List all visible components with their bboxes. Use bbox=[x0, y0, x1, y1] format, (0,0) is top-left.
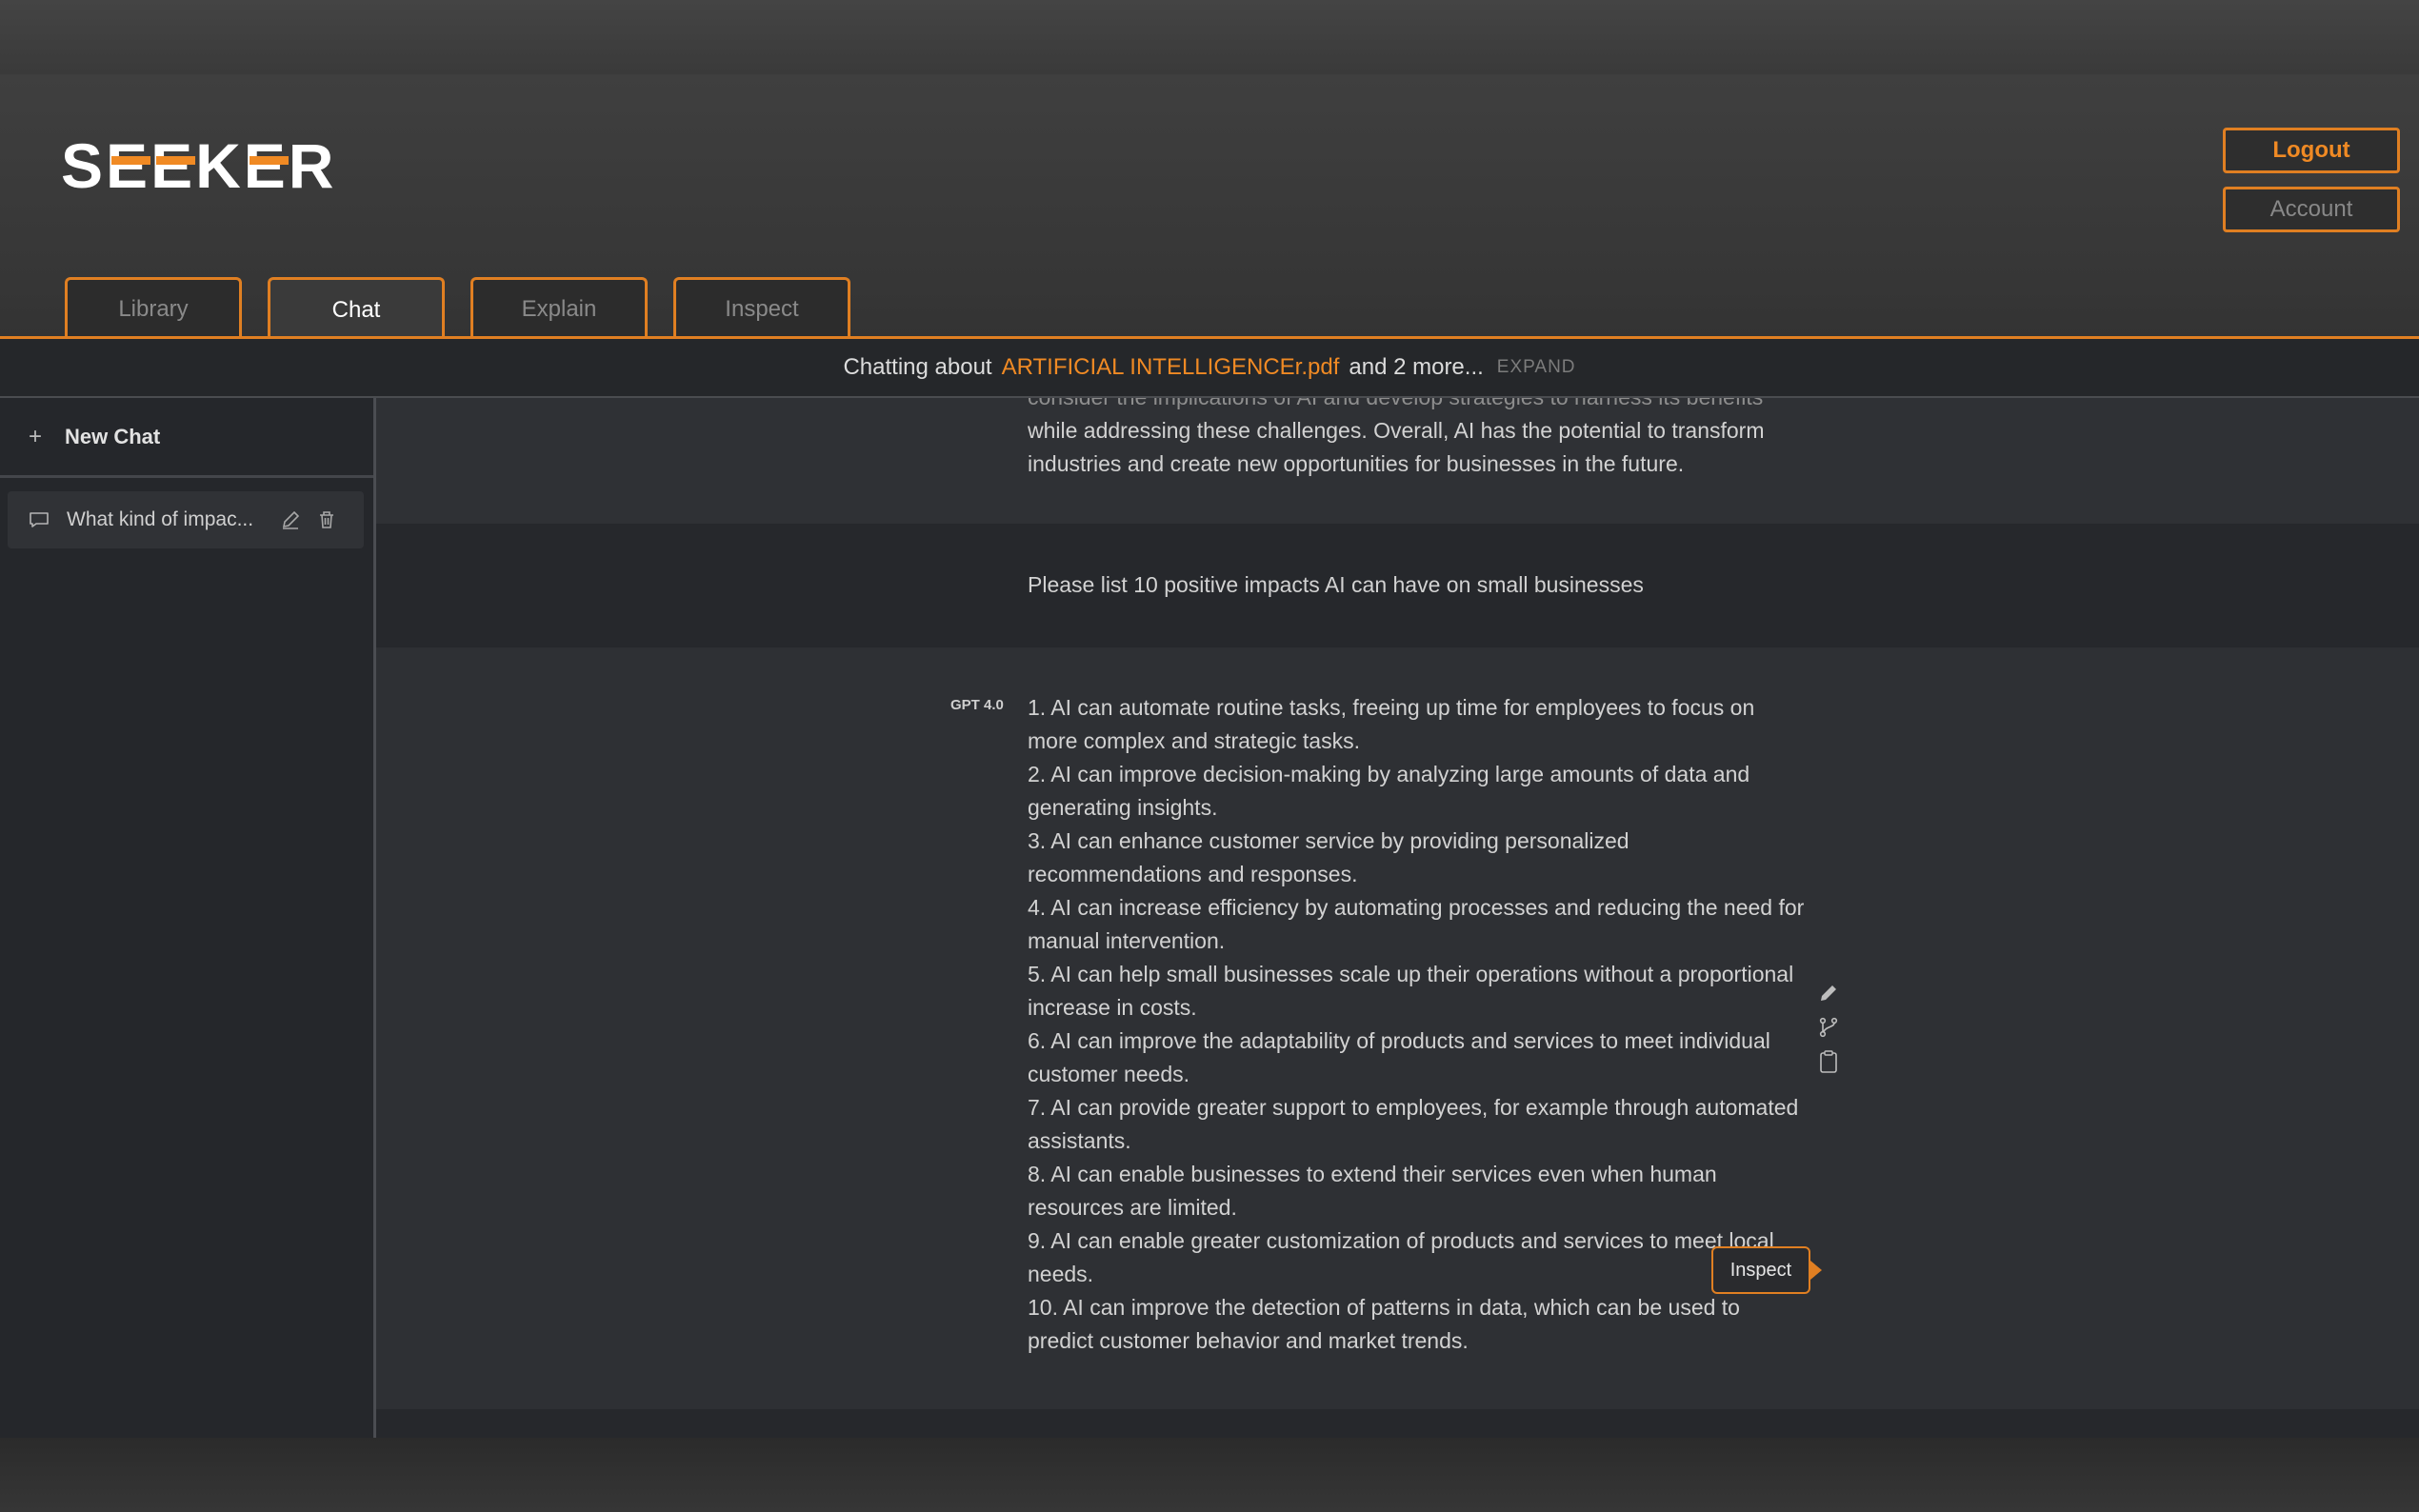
ai-message-text: 1. AI can automate routine tasks, freein… bbox=[1028, 691, 1809, 1358]
chat-bubble-icon bbox=[30, 512, 49, 527]
chat-item-label: What kind of impac... bbox=[67, 508, 254, 530]
previous-message-cut-line: consider the implications of AI and deve… bbox=[1028, 398, 1809, 414]
account-button[interactable]: Account bbox=[2223, 187, 2400, 232]
previous-message-text: while addressing these challenges. Overa… bbox=[1028, 418, 1765, 476]
message-tools bbox=[1816, 981, 1845, 1084]
list-item: 10. AI can improve the detection of patt… bbox=[1028, 1295, 1740, 1353]
list-item: 9. AI can enable greater customization o… bbox=[1028, 1228, 1774, 1286]
pencil-icon[interactable] bbox=[1816, 981, 1841, 1005]
tab-chat[interactable]: Chat bbox=[268, 277, 445, 340]
list-item: 3. AI can enhance customer service by pr… bbox=[1028, 828, 1629, 886]
list-item: 8. AI can enable businesses to extend th… bbox=[1028, 1162, 1717, 1220]
context-prefix: Chatting about bbox=[843, 354, 992, 380]
context-bar: Chatting about ARTIFICIAL INTELLIGENCEr.… bbox=[0, 339, 2419, 398]
chat-list-item[interactable]: What kind of impac... bbox=[8, 491, 364, 548]
expand-button[interactable]: EXPAND bbox=[1497, 357, 1576, 378]
model-tag: GPT 4.0 bbox=[950, 697, 1004, 713]
top-band bbox=[0, 0, 2419, 74]
clipboard-icon[interactable] bbox=[1816, 1049, 1841, 1074]
edit-icon[interactable] bbox=[278, 507, 303, 532]
new-chat-label: New Chat bbox=[65, 424, 161, 448]
user-message-text: Please list 10 positive impacts AI can h… bbox=[1028, 572, 1644, 597]
chat-sidebar: + New Chat What kind of impac... bbox=[0, 398, 376, 1438]
conversation-panel: consider the implications of AI and deve… bbox=[376, 398, 2419, 1438]
user-message: Please list 10 positive impacts AI can h… bbox=[376, 524, 2419, 647]
tab-library[interactable]: Library bbox=[65, 277, 242, 338]
list-item: 7. AI can provide greater support to emp… bbox=[1028, 1095, 1799, 1153]
list-item: 5. AI can help small businesses scale up… bbox=[1028, 962, 1794, 1020]
new-chat-button[interactable]: + New Chat bbox=[0, 398, 373, 478]
app-logo: SEEKER bbox=[61, 130, 337, 201]
inspect-tooltip: Inspect bbox=[1711, 1246, 1822, 1294]
ai-message: GPT 4.0 1. AI can automate routine tasks… bbox=[376, 647, 2419, 1409]
list-item: 1. AI can automate routine tasks, freein… bbox=[1028, 695, 1755, 753]
bottom-band bbox=[0, 1438, 2419, 1512]
conversation-end bbox=[376, 1409, 2419, 1438]
tab-explain[interactable]: Explain bbox=[470, 277, 648, 338]
list-item: 6. AI can improve the adaptability of pr… bbox=[1028, 1028, 1770, 1086]
tab-inspect[interactable]: Inspect bbox=[673, 277, 850, 338]
context-suffix: and 2 more... bbox=[1349, 354, 1484, 380]
plus-icon: + bbox=[29, 423, 43, 449]
context-file-link[interactable]: ARTIFICIAL INTELLIGENCEr.pdf bbox=[1002, 354, 1340, 381]
branch-icon[interactable] bbox=[1816, 1015, 1841, 1040]
previous-ai-message: consider the implications of AI and deve… bbox=[376, 398, 2419, 524]
trash-icon[interactable] bbox=[314, 507, 339, 532]
list-item: 2. AI can improve decision-making by ana… bbox=[1028, 762, 1750, 820]
logout-button[interactable]: Logout bbox=[2223, 128, 2400, 173]
list-item: 4. AI can increase efficiency by automat… bbox=[1028, 895, 1805, 953]
